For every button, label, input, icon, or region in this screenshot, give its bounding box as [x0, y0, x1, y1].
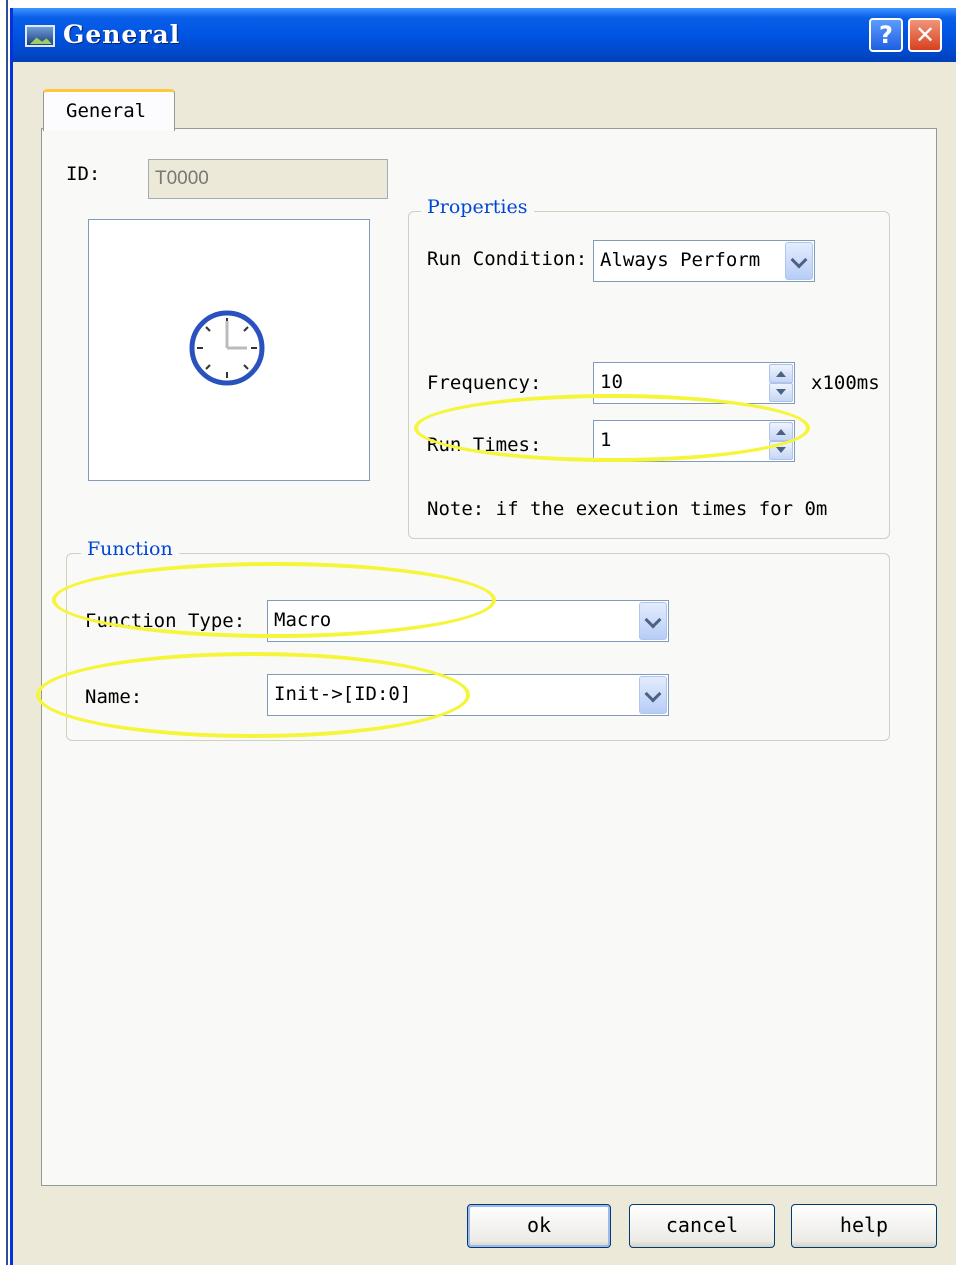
frequency-label: Frequency: — [427, 372, 542, 394]
chevron-down-icon[interactable] — [639, 602, 667, 640]
run-condition-select[interactable]: Always Perform — [593, 240, 815, 282]
window-icon — [25, 25, 55, 47]
run-times-input[interactable]: 1 — [593, 420, 795, 462]
id-label: ID: — [66, 163, 101, 185]
help-title-button[interactable]: ? — [869, 18, 903, 52]
run-times-label: Run Times: — [427, 434, 542, 456]
spin-down-icon[interactable] — [769, 383, 793, 402]
chevron-down-icon[interactable] — [639, 676, 667, 714]
run-times-value: 1 — [600, 429, 612, 451]
spin-down-icon[interactable] — [769, 441, 793, 460]
name-select[interactable]: Init->[ID:0] — [267, 674, 669, 716]
frequency-spinner[interactable] — [769, 364, 793, 402]
id-field: T0000 — [148, 159, 388, 199]
frequency-unit: x100ms — [811, 372, 880, 394]
note-text: Note: if the execution times for 0m — [427, 498, 828, 520]
general-tab-panel: ID: T0000 Properties Run Condition: Alwa… — [41, 128, 937, 1186]
name-value: Init->[ID:0] — [274, 683, 412, 705]
general-dialog: General ? ✕ General ID: T0000 Properties… — [10, 8, 956, 1265]
clock-icon — [189, 310, 265, 386]
function-type-select[interactable]: Macro — [267, 600, 669, 642]
properties-group-title: Properties — [421, 196, 534, 218]
function-type-value: Macro — [274, 609, 332, 631]
close-icon[interactable]: ✕ — [908, 18, 942, 52]
ok-button[interactable]: ok — [467, 1204, 611, 1248]
chevron-down-icon[interactable] — [785, 242, 813, 280]
function-type-label: Function Type: — [85, 610, 246, 632]
name-label: Name: — [85, 686, 143, 708]
run-times-spinner[interactable] — [769, 422, 793, 460]
properties-group: Properties Run Condition: Always Perform… — [408, 196, 890, 539]
spin-up-icon[interactable] — [769, 422, 793, 441]
run-condition-value: Always Perform — [600, 249, 761, 271]
frequency-input[interactable]: 10 — [593, 362, 795, 404]
tab-general[interactable]: General — [43, 89, 175, 131]
frequency-value: 10 — [600, 371, 623, 393]
help-button[interactable]: help — [791, 1204, 937, 1248]
cancel-button[interactable]: cancel — [629, 1204, 775, 1248]
window-title: General — [63, 20, 181, 49]
spin-up-icon[interactable] — [769, 364, 793, 383]
function-group-title: Function — [81, 538, 179, 560]
function-group: Function Function Type: Macro Name: Init… — [66, 538, 890, 741]
object-preview — [88, 219, 370, 481]
title-bar[interactable]: General ? ✕ — [13, 8, 956, 62]
run-condition-label: Run Condition: — [427, 248, 588, 270]
tab-general-label: General — [66, 100, 147, 122]
